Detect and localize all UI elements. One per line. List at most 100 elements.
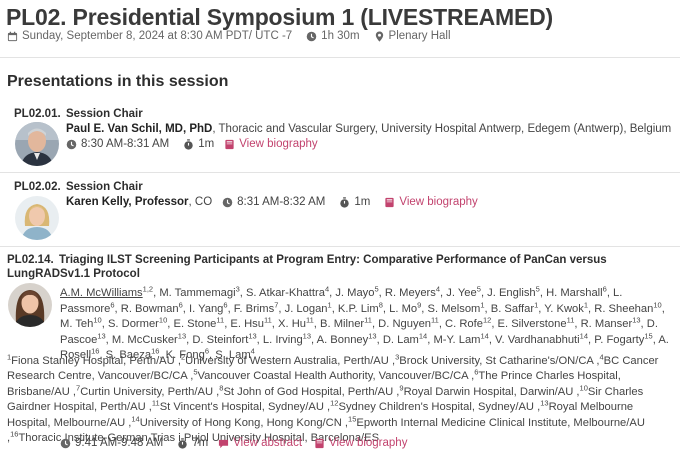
affiliation: Brock University, St Catharine's/ON/CA — [399, 355, 594, 367]
affiliation: St John of God Hospital, Perth/AU — [223, 385, 394, 398]
author-affiliation-ref: 11 — [431, 315, 439, 325]
author-affiliation-ref: 13 — [177, 331, 187, 341]
author: X. Hu — [278, 318, 306, 331]
author-affiliation-ref: 10 — [93, 315, 102, 325]
affiliation-number: 11 — [151, 398, 160, 408]
speaker-line: Karen Kelly, Professor , CO 8:31 AM-8:32… — [66, 196, 478, 208]
session-duration: 1h 30m — [321, 30, 360, 42]
divider — [0, 246, 680, 247]
clock-icon — [66, 139, 77, 150]
presentation-time: 8:30 AM-8:31 AM — [81, 138, 170, 150]
author: J. Mayo — [335, 287, 375, 299]
author: I. Yang — [188, 302, 224, 315]
author-affiliation-ref: 5 — [535, 284, 540, 294]
author-affiliation-ref: 1 — [327, 299, 332, 309]
clock-icon — [60, 438, 71, 449]
affiliation-number: 14 — [131, 413, 140, 423]
presentation-meta: 8:30 AM-8:31 AM 1m View biography — [66, 138, 318, 150]
author-affiliation-ref: 1 — [480, 299, 485, 309]
affiliation: Royal Darwin Hospital, Darwin/AU — [403, 385, 574, 398]
calendar-icon — [7, 31, 18, 42]
author: E. Hsu — [230, 318, 264, 331]
author-affiliation-ref: 4 — [435, 284, 441, 294]
speaker-name[interactable]: Karen Kelly, Professor — [66, 196, 189, 208]
speaker-affiliation: , Thoracic and Vascular Surgery, Univers… — [212, 123, 672, 135]
author: R. Bowman — [120, 302, 179, 315]
author: L. Mo — [389, 302, 418, 315]
author-affiliation-ref: 1,2 — [142, 284, 154, 294]
presentation-title: Session Chair — [66, 181, 143, 193]
author-affiliation-ref: 13 — [97, 331, 106, 341]
author-affiliation-ref: 9 — [417, 299, 422, 309]
presentation-duration: 1m — [354, 196, 371, 208]
affiliation: Vancouver Coastal Health Authority, Vanc… — [197, 370, 469, 383]
affiliation: St Vincent's Hospital, Sydney/AU — [159, 401, 324, 414]
author-affiliation-ref: 11 — [216, 315, 225, 325]
view-abstract-link[interactable]: View abstract — [233, 437, 302, 449]
author-affiliation-ref: 12 — [482, 315, 492, 325]
book-icon[interactable] — [314, 438, 325, 449]
author: V. Vardhanabhuti — [495, 333, 580, 346]
author-affiliation-ref: 14 — [579, 331, 588, 341]
stopwatch-icon — [183, 139, 194, 150]
author-list: A.M. McWilliams1,2, M. Tammemagi3, S. At… — [60, 284, 669, 362]
affiliation-list: 1Fiona Stanley Hospital, Perth/AU ,2Univ… — [7, 352, 659, 445]
stopwatch-icon — [339, 197, 350, 208]
view-biography-link[interactable]: View biography — [399, 196, 477, 208]
author-affiliation-ref: 6 — [223, 299, 228, 309]
book-icon[interactable] — [224, 139, 235, 150]
presentation-title: Session Chair — [66, 108, 143, 120]
presentation-meta: 9:41 AM-9:48 AM 7m View abstract View bi… — [60, 437, 407, 449]
book-icon[interactable] — [384, 197, 395, 208]
author-affiliation-ref: 14 — [480, 331, 489, 341]
author: B. Milner — [320, 318, 365, 331]
author-affiliation-ref: 11 — [306, 315, 314, 325]
affiliation: Curtin University, Perth/AU — [80, 385, 214, 398]
author-affiliation-ref: 14 — [418, 331, 428, 341]
clock-icon — [306, 31, 317, 42]
section-heading: Presentations in this session — [7, 73, 229, 90]
presentation-duration: 1m — [198, 138, 215, 150]
author: A. Bonney — [316, 333, 369, 346]
affiliation-number: 10 — [579, 383, 588, 393]
author: J. Logan — [284, 302, 328, 315]
author-affiliation-ref: 8 — [378, 299, 383, 309]
author: J. Yee — [446, 287, 477, 299]
author: S. Melsom — [427, 302, 481, 315]
author-affiliation-ref: 11 — [264, 315, 272, 325]
author-affiliation-ref: 5 — [374, 284, 379, 294]
presentation-number: PL02.02. — [14, 181, 61, 193]
speaker-avatar[interactable] — [15, 122, 59, 166]
author-affiliation-ref: 1 — [583, 299, 589, 309]
author-affiliation-ref: 11 — [566, 315, 575, 325]
comment-icon[interactable] — [218, 438, 229, 449]
speaker-avatar[interactable] — [8, 283, 52, 327]
author: C. Rofe — [445, 318, 483, 331]
author: D. Steinfort — [192, 333, 249, 346]
speaker-name[interactable]: Paul E. Van Schil, MD, PhD — [66, 123, 212, 135]
view-biography-link[interactable]: View biography — [239, 138, 317, 150]
author: R. Manser — [580, 318, 633, 331]
speaker-line: Paul E. Van Schil, MD, PhD , Thoracic an… — [66, 123, 671, 135]
author: J. English — [487, 287, 536, 299]
affiliation: University of Western Australia, Perth/A… — [185, 355, 389, 367]
author-affiliation-ref: 6 — [178, 299, 183, 309]
author-affiliation-ref: 15 — [644, 331, 653, 341]
author-affiliation-ref: 13 — [248, 331, 257, 341]
author-affiliation-ref: 13 — [302, 331, 312, 341]
presentation-time: 8:31 AM-8:32 AM — [237, 196, 326, 208]
author: R. Sheehan — [594, 302, 654, 315]
clock-icon — [222, 197, 233, 208]
session-location: Plenary Hall — [388, 30, 451, 42]
view-biography-link[interactable]: View biography — [329, 437, 407, 449]
author: M. Teh — [60, 318, 94, 331]
speaker-affiliation: , CO — [188, 196, 213, 208]
author: L. Irving — [262, 333, 303, 346]
presentation-title: Triaging ILST Screening Participants at … — [7, 254, 607, 280]
affiliation: Fiona Stanley Hospital, Perth/AU — [11, 355, 175, 367]
author: R. Meyers — [384, 287, 436, 299]
author: P. Fogarty — [594, 333, 645, 346]
author-affiliation-ref: 11 — [364, 315, 372, 325]
speaker-avatar[interactable] — [15, 196, 59, 240]
session-datetime: Sunday, September 8, 2024 at 8:30 AM PDT… — [22, 30, 293, 42]
